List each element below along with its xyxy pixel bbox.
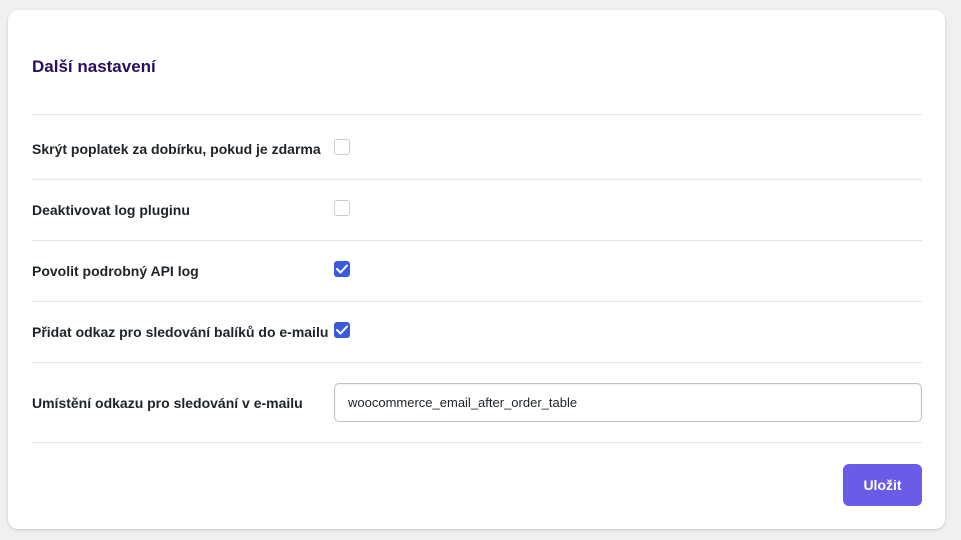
checkmark-icon (336, 325, 348, 335)
section-title: Další nastavení (32, 57, 156, 76)
tracking-link-checkbox[interactable] (334, 322, 350, 338)
divider (32, 301, 922, 302)
disable-log-checkbox[interactable] (334, 200, 350, 216)
setting-label-disable-log: Deaktivovat log pluginu (32, 202, 190, 218)
settings-card: Další nastavení Skrýt poplatek za dobírk… (8, 10, 945, 529)
tracking-link-position-input[interactable]: woocommerce_email_after_order_table (334, 383, 922, 422)
setting-label-verbose-api-log: Povolit podrobný API log (32, 263, 199, 279)
setting-label-tracking-link-position: Umístění odkazu pro sledování v e-mailu (32, 395, 303, 411)
divider (32, 114, 922, 115)
divider (32, 179, 922, 180)
divider (32, 240, 922, 241)
checkmark-icon (336, 264, 348, 274)
divider (32, 362, 922, 363)
setting-label-tracking-link: Přidat odkaz pro sledování balíků do e-m… (32, 324, 329, 340)
hide-cod-fee-checkbox[interactable] (334, 139, 350, 155)
save-button[interactable]: Uložit (843, 464, 922, 506)
divider (32, 442, 922, 443)
setting-label-hide-cod-fee: Skrýt poplatek za dobírku, pokud je zdar… (32, 141, 321, 157)
verbose-api-log-checkbox[interactable] (334, 261, 350, 277)
